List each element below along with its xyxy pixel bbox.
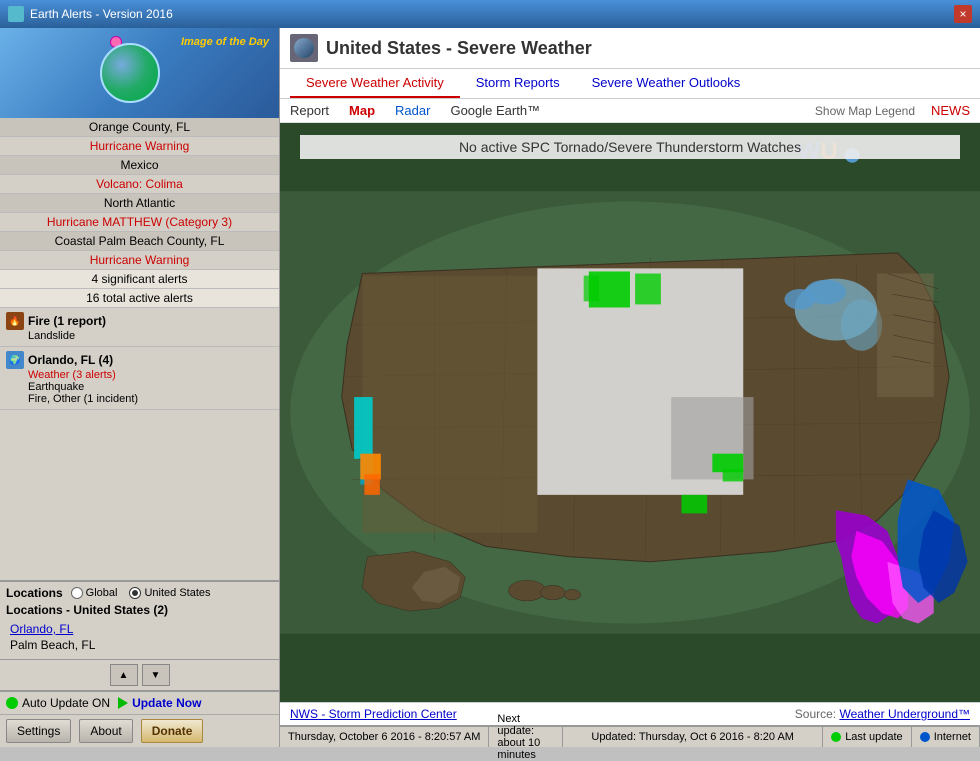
status-next-update: Next update: about 10 minutes bbox=[489, 727, 563, 747]
bottom-right-bar: NWS - Storm Prediction Center Source: We… bbox=[280, 702, 980, 725]
auto-update-label: Auto Update ON bbox=[22, 696, 110, 710]
orlando-label[interactable]: Orlando, FL (4) bbox=[28, 353, 113, 367]
sub-tab-group: Report Map Radar Google Earth™ bbox=[290, 103, 540, 118]
tab-storm-reports[interactable]: Storm Reports bbox=[460, 69, 576, 98]
alert-region-1[interactable]: Orange County, FL bbox=[0, 118, 279, 137]
alert-significant: 4 significant alerts bbox=[0, 270, 279, 289]
orlando-weather[interactable]: Weather (3 alerts) bbox=[6, 369, 273, 381]
tab-severe-weather[interactable]: Severe Weather Activity bbox=[290, 69, 460, 98]
right-panel-title: United States - Severe Weather bbox=[326, 38, 592, 59]
alert-region-3[interactable]: North Atlantic bbox=[0, 194, 279, 213]
close-button[interactable]: × bbox=[954, 5, 972, 23]
sub-tabs: Report Map Radar Google Earth™ Show Map … bbox=[280, 99, 980, 123]
internet-dot bbox=[920, 732, 930, 742]
orlando-fire[interactable]: Fire, Other (1 incident) bbox=[6, 393, 273, 405]
orlando-icon: 🌍 bbox=[6, 351, 24, 369]
subtab-googleearth[interactable]: Google Earth™ bbox=[450, 103, 540, 118]
alert-region-2[interactable]: Mexico bbox=[0, 156, 279, 175]
global-radio[interactable]: Global bbox=[71, 587, 118, 599]
locations-list-title: Locations - United States (2) bbox=[6, 603, 273, 617]
app-icon bbox=[8, 6, 24, 22]
globe-icon bbox=[100, 43, 160, 103]
show-legend-link[interactable]: Show Map Legend bbox=[815, 104, 915, 118]
datetime-text: Thursday, October 6 2016 - 8:20:57 AM bbox=[288, 731, 480, 743]
update-now-button[interactable]: Update Now bbox=[118, 696, 201, 710]
status-updated: Updated: Thursday, Oct 6 2016 - 8:20 AM bbox=[563, 727, 823, 747]
status-internet: Internet bbox=[912, 727, 980, 747]
bottom-buttons: Settings About Donate bbox=[0, 714, 279, 747]
map-area: No active SPC Tornado/Severe Thunderstor… bbox=[280, 123, 980, 702]
location-palmbeach[interactable]: Palm Beach, FL bbox=[6, 637, 273, 653]
last-update-label: Last update bbox=[845, 731, 903, 743]
tab-severe-outlooks[interactable]: Severe Weather Outlooks bbox=[576, 69, 757, 98]
weather-header-icon bbox=[290, 34, 318, 62]
subtab-radar[interactable]: Radar bbox=[395, 103, 430, 118]
us-radio[interactable]: United States bbox=[129, 587, 210, 599]
auto-update-dot bbox=[6, 697, 18, 709]
location-orlando[interactable]: Orlando, FL bbox=[6, 621, 273, 637]
auto-update-status: Auto Update ON bbox=[6, 696, 110, 710]
alert-region-4[interactable]: Coastal Palm Beach County, FL bbox=[0, 232, 279, 251]
fire-label[interactable]: Fire (1 report) bbox=[28, 314, 106, 328]
location-list: Orlando, FL Palm Beach, FL bbox=[6, 619, 273, 655]
title-bar-text: Earth Alerts - Version 2016 bbox=[30, 7, 173, 21]
last-update-dot bbox=[831, 732, 841, 742]
update-now-label: Update Now bbox=[132, 696, 201, 710]
alert-type-2[interactable]: Volcano: Colima bbox=[0, 175, 279, 194]
updated-text: Updated: Thursday, Oct 6 2016 - 8:20 AM bbox=[591, 731, 794, 743]
nws-link[interactable]: NWS - Storm Prediction Center bbox=[290, 707, 457, 721]
us-label: United States bbox=[144, 587, 210, 599]
nav-arrows: ▲ ▼ bbox=[0, 659, 279, 690]
image-of-day-label: Image of the Day bbox=[181, 36, 269, 49]
arrow-up-button[interactable]: ▲ bbox=[110, 664, 138, 686]
status-bar: Thursday, October 6 2016 - 8:20:57 AM Ne… bbox=[280, 725, 980, 747]
orlando-earthquake[interactable]: Earthquake bbox=[6, 381, 273, 393]
fire-icon: 🔥 bbox=[6, 312, 24, 330]
landslide-label[interactable]: Landslide bbox=[6, 330, 273, 342]
settings-button[interactable]: Settings bbox=[6, 719, 71, 743]
no-watch-message: No active SPC Tornado/Severe Thunderstor… bbox=[300, 135, 960, 159]
about-button[interactable]: About bbox=[79, 719, 132, 743]
us-map-svg bbox=[280, 123, 980, 702]
bottom-left-bar: Auto Update ON Update Now bbox=[0, 690, 279, 714]
play-icon bbox=[118, 697, 128, 709]
globe-area: Image of the Day bbox=[0, 28, 279, 118]
orlando-group: 🌍 Orlando, FL (4) Weather (3 alerts) Ear… bbox=[0, 347, 279, 410]
alert-type-1[interactable]: Hurricane Warning bbox=[0, 137, 279, 156]
global-label: Global bbox=[86, 587, 118, 599]
locations-tab-label: Locations bbox=[6, 586, 63, 600]
alert-type-3[interactable]: Hurricane MATTHEW (Category 3) bbox=[0, 213, 279, 232]
next-update-text: Next update: about 10 minutes bbox=[497, 713, 554, 761]
right-header: United States - Severe Weather bbox=[280, 28, 980, 69]
wu-link[interactable]: Weather Underground™ bbox=[839, 707, 970, 721]
status-datetime: Thursday, October 6 2016 - 8:20:57 AM bbox=[280, 727, 489, 747]
alert-type-4[interactable]: Hurricane Warning bbox=[0, 251, 279, 270]
donate-button[interactable]: Donate bbox=[141, 719, 204, 743]
locations-bar: Locations Global United States bbox=[0, 580, 279, 659]
alert-list: Orange County, FL Hurricane Warning Mexi… bbox=[0, 118, 279, 580]
subtab-map[interactable]: Map bbox=[349, 103, 375, 118]
alert-total: 16 total active alerts bbox=[0, 289, 279, 308]
arrow-down-button[interactable]: ▼ bbox=[142, 664, 170, 686]
internet-label: Internet bbox=[934, 731, 971, 743]
left-panel: Image of the Day Orange County, FL Hurri… bbox=[0, 28, 280, 747]
right-panel: United States - Severe Weather Severe We… bbox=[280, 28, 980, 747]
nav-tabs: Severe Weather Activity Storm Reports Se… bbox=[280, 69, 980, 99]
location-radio-group: Global United States bbox=[71, 587, 211, 599]
fire-group: 🔥 Fire (1 report) Landslide bbox=[0, 308, 279, 347]
title-bar: Earth Alerts - Version 2016 × bbox=[0, 0, 980, 28]
status-last-update: Last update bbox=[823, 727, 912, 747]
subtab-report[interactable]: Report bbox=[290, 103, 329, 118]
news-label[interactable]: NEWS bbox=[931, 103, 970, 118]
wu-source: Source: Weather Underground™ bbox=[795, 707, 970, 721]
